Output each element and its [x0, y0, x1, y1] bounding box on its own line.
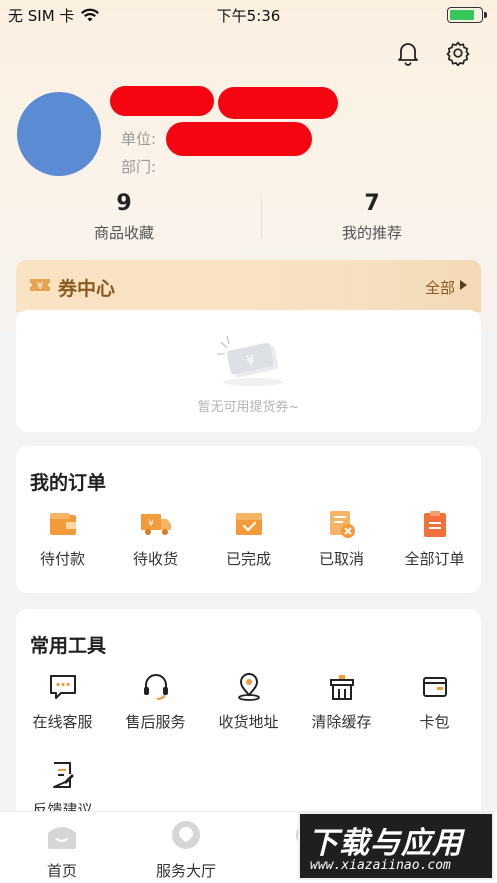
order-cancelled-label: 已取消: [318, 550, 364, 568]
coupon-title: 券中心: [58, 278, 116, 300]
ticket-icon: ¥: [30, 279, 50, 292]
tool-address-label: 收货地址: [218, 713, 279, 731]
stat-recommend[interactable]: 7 我的推荐: [248, 188, 496, 243]
status-time: 下午5:36: [216, 7, 281, 25]
order-pending-payment-label: 待付款: [39, 550, 85, 568]
tools-title: 常用工具: [30, 635, 107, 657]
tab-service-hall[interactable]: 服务大厅: [124, 812, 248, 881]
order-completed-label: 已完成: [225, 550, 271, 568]
card-wallet-icon: [422, 677, 447, 697]
unit-label: 单位:: [121, 130, 157, 148]
headset-icon: [143, 674, 168, 700]
redacted-name-part1: [110, 86, 214, 116]
empty-coupon-icon: ¥: [217, 335, 283, 386]
tool-address[interactable]: 收货地址: [202, 671, 295, 732]
dept-label: 部门:: [121, 158, 157, 176]
orders-card: 我的订单 待付款 ¥ 待收货 已完成 已取消 全部订单: [16, 446, 481, 593]
stat-favorites[interactable]: 9 商品收藏: [0, 188, 248, 243]
tool-after-sales[interactable]: 售后服务: [109, 671, 202, 732]
tab-home-label: 首页: [46, 862, 77, 880]
svg-text:¥: ¥: [148, 519, 154, 529]
svg-text:¥: ¥: [37, 281, 43, 292]
orders-title: 我的订单: [30, 472, 107, 494]
tool-card-wallet[interactable]: 卡包: [388, 671, 481, 732]
redacted-unit: [166, 122, 312, 156]
status-bar: 无 SIM 卡 下午5:36: [0, 0, 497, 30]
stat-recommend-value: 7: [364, 191, 380, 216]
watermark-sub: www.xiazaiinao.com: [310, 858, 451, 873]
service-hall-icon: [172, 821, 200, 849]
coupon-card: ¥ 暂无可用提货券~: [16, 310, 481, 432]
tool-clear-cache[interactable]: 清除缓存: [295, 671, 388, 732]
watermark-main: 下载与应用: [308, 826, 463, 861]
location-pin-icon: [237, 673, 260, 701]
wallet-icon: [49, 513, 76, 535]
order-all-label: 全部订单: [404, 550, 465, 568]
tool-card-wallet-label: 卡包: [419, 713, 450, 731]
watermark-logo: 下载与应用 www.xiazaiinao.com: [298, 812, 494, 880]
stat-recommend-label: 我的推荐: [341, 224, 402, 242]
avatar[interactable]: [17, 92, 101, 176]
cancel-doc-icon: [329, 511, 355, 538]
bell-icon[interactable]: [393, 38, 423, 68]
order-pending-payment[interactable]: 待付款: [16, 508, 109, 569]
tool-clear-cache-label: 清除缓存: [311, 713, 372, 731]
stat-favorites-value: 9: [116, 191, 132, 216]
order-all[interactable]: 全部订单: [388, 508, 481, 569]
truck-icon: ¥: [140, 514, 171, 535]
tool-after-sales-label: 售后服务: [125, 713, 186, 731]
chat-icon: [49, 675, 76, 699]
tools-card: 常用工具 在线客服 售后服务 收货地址 清除缓存 卡包 反馈建议: [16, 609, 481, 839]
order-cancelled[interactable]: 已取消: [295, 508, 388, 569]
gear-icon[interactable]: [443, 38, 473, 68]
order-pending-receipt[interactable]: ¥ 待收货: [109, 508, 202, 569]
order-pending-receipt-label: 待收货: [132, 550, 178, 568]
coupon-all-link[interactable]: 全部: [425, 277, 455, 298]
clipboard-icon: [423, 511, 446, 537]
feedback-icon: [52, 762, 74, 788]
coupon-empty-text: 暂无可用提货券~: [197, 400, 300, 415]
stat-favorites-label: 商品收藏: [93, 224, 154, 242]
tab-home[interactable]: 首页: [0, 812, 124, 881]
redacted-name-part2: [218, 87, 338, 119]
chevron-right-icon[interactable]: [460, 280, 467, 290]
order-completed[interactable]: 已完成: [202, 508, 295, 569]
tab-service-hall-label: 服务大厅: [155, 862, 216, 880]
stats-bar: 9 商品收藏 7 我的推荐: [0, 188, 497, 248]
trash-icon: [329, 675, 354, 700]
tool-online-service[interactable]: 在线客服: [16, 671, 109, 732]
battery-icon: [447, 7, 487, 23]
home-icon: [48, 827, 76, 849]
box-check-icon: [235, 513, 262, 535]
coupon-center-header: ¥ 券中心 全部: [16, 260, 481, 312]
tool-online-service-label: 在线客服: [32, 713, 93, 731]
